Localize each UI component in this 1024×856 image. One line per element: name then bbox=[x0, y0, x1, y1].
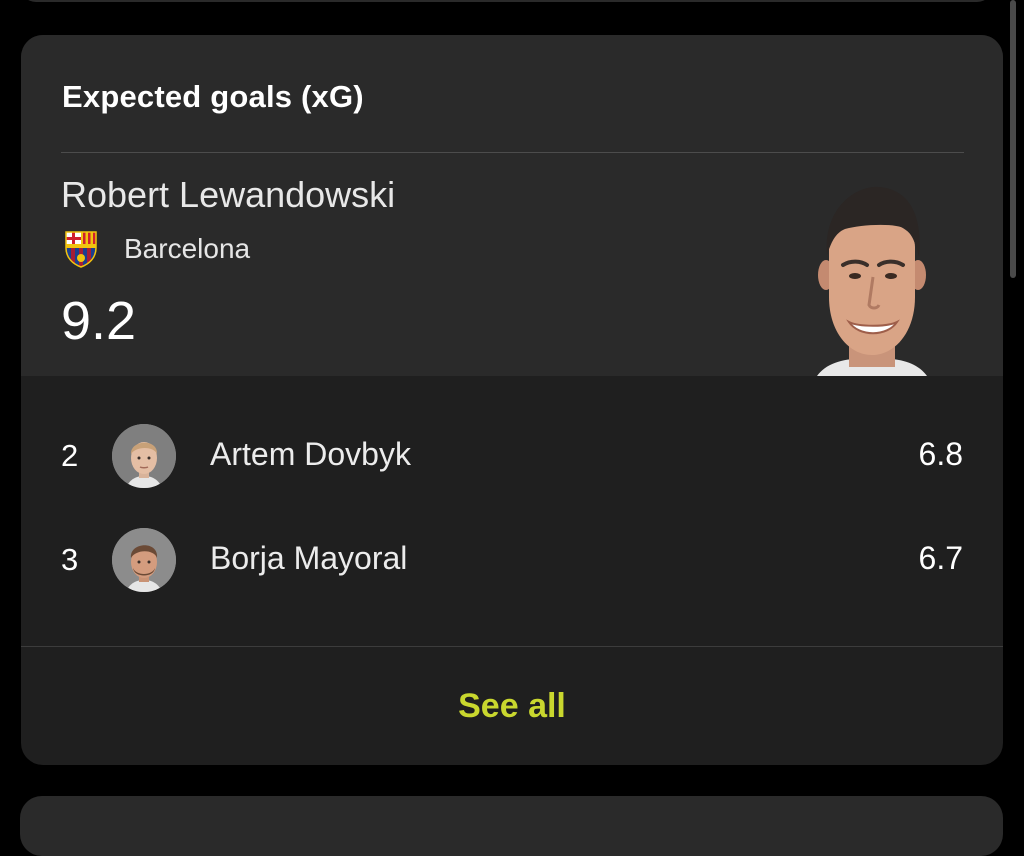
barcelona-crest-icon bbox=[65, 231, 97, 268]
rank-number: 2 bbox=[61, 438, 79, 473]
table-row[interactable]: 2 Artem Dovbyk 6.8 bbox=[21, 416, 1003, 496]
xg-value: 6.8 bbox=[918, 436, 963, 472]
see-all-button[interactable]: See all bbox=[21, 647, 1003, 765]
leader-section[interactable]: Expected goals (xG) Robert Lewandowski B… bbox=[21, 35, 1003, 376]
xg-value: 6.7 bbox=[918, 540, 963, 576]
table-row[interactable]: 3 Borja Mayoral 6.7 bbox=[21, 520, 1003, 600]
leader-player-photo bbox=[817, 186, 927, 376]
scrollbar[interactable] bbox=[1010, 0, 1016, 278]
leader-player-name: Robert Lewandowski bbox=[61, 174, 396, 215]
xg-stat-card: Expected goals (xG) Robert Lewandowski B… bbox=[21, 35, 1003, 765]
player-name: Borja Mayoral bbox=[210, 540, 408, 576]
rank-number: 3 bbox=[61, 542, 79, 577]
player-avatar bbox=[112, 528, 176, 592]
player-face-icon bbox=[112, 528, 176, 592]
card-title: Expected goals (xG) bbox=[62, 79, 364, 114]
leader-xg-value: 9.2 bbox=[61, 291, 137, 351]
club-name: Barcelona bbox=[124, 233, 251, 264]
player-avatar bbox=[112, 424, 176, 488]
previous-card-edge bbox=[20, 0, 993, 2]
player-name: Artem Dovbyk bbox=[210, 436, 411, 472]
next-card-edge bbox=[20, 796, 1003, 856]
divider bbox=[61, 152, 964, 153]
leader-club: Barcelona bbox=[63, 229, 250, 269]
player-face-icon bbox=[112, 424, 176, 488]
